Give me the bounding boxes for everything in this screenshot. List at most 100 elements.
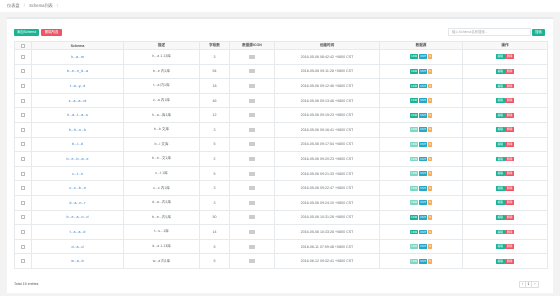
datasource-tag-cmt[interactable]: CMT [418,229,428,235]
edit-button[interactable]: 编辑 [496,229,505,235]
schema-name-link[interactable]: b...e...a...n...d [67,215,89,219]
delete-button[interactable]: 删除 [505,258,514,264]
select-all-checkbox[interactable] [21,43,25,48]
delete-button[interactable]: 删除 [505,98,514,103]
edit-button[interactable]: 编辑 [496,98,505,103]
row-checkbox-cell[interactable] [14,107,32,123]
delete-button[interactable]: 删除 [505,185,514,191]
delete-button[interactable]: 删除 [505,127,514,133]
schema-name-link[interactable]: b...e...n_d...a [67,69,88,73]
edit-button[interactable]: 编辑 [496,141,505,147]
edit-button[interactable]: 编辑 [496,214,505,220]
row-checkbox-cell[interactable] [14,238,32,255]
datasource-tag-n[interactable]: N [427,258,433,264]
datasource-tag-n[interactable]: N [427,229,433,235]
row-checkbox-cell[interactable] [14,180,32,196]
row-checkbox-cell[interactable] [14,151,32,167]
edit-button[interactable]: 编辑 [496,171,505,176]
add-schema-button[interactable]: 添加Schema [14,29,39,36]
row-checkbox-cell[interactable] [14,194,32,211]
edit-button[interactable]: 编辑 [496,200,505,206]
delete-button[interactable]: 删除 [505,68,514,74]
datasource-tag-n[interactable]: N [427,98,433,103]
datasource-tag-cdm[interactable]: CDM [409,185,419,191]
datasource-tag-n[interactable]: N [427,127,433,133]
row-checkbox[interactable] [21,200,25,205]
datasource-tag-cdm[interactable]: CDM [409,214,419,220]
row-checkbox[interactable] [21,142,25,147]
row-checkbox-cell[interactable] [14,165,32,182]
edit-button[interactable]: 编辑 [496,156,505,162]
datasource-tag-cmt[interactable]: CMT [418,156,428,162]
datasource-tag-cdm[interactable]: CDM [409,127,419,133]
schema-name-link[interactable]: t...a...y...d [70,84,86,88]
schema-name-link[interactable]: h...a...m [71,55,84,59]
header-checkbox-cell[interactable] [14,41,32,50]
delete-button[interactable]: 删除 [505,229,514,235]
row-checkbox-cell[interactable] [14,49,32,65]
row-checkbox[interactable] [21,156,25,161]
delete-button[interactable]: 删除 [505,200,514,206]
datasource-tag-cdm[interactable]: CDM [409,258,419,264]
datasource-tag-cdm[interactable]: CDM [409,156,419,162]
datasource-tag-cmt[interactable]: CMT [418,127,428,133]
datasource-tag-cdm[interactable]: CDM [409,54,419,60]
datasource-tag-cmt[interactable]: CMT [418,258,428,264]
datasource-tag-n[interactable]: N [427,185,433,191]
row-checkbox[interactable] [21,259,25,264]
row-checkbox-cell[interactable] [14,224,32,240]
delete-selected-button[interactable]: 删除所选 [41,29,62,36]
edit-button[interactable]: 编辑 [496,112,505,118]
edit-button[interactable]: 编辑 [496,54,505,60]
datasource-tag-cdm[interactable]: CDM [409,229,419,235]
datasource-tag-cmt[interactable]: CMT [418,214,428,220]
delete-button[interactable]: 删除 [505,54,514,60]
datasource-tag-cdm[interactable]: CDM [409,244,419,249]
schema-name-link[interactable]: d...a...d [72,245,84,249]
datasource-tag-n[interactable]: N [427,214,433,220]
row-checkbox-cell[interactable] [14,92,32,109]
row-checkbox-cell[interactable] [14,253,32,269]
datasource-tag-cmt[interactable]: CMT [418,83,428,89]
schema-name-link[interactable]: c...t...n [72,172,83,176]
row-checkbox-cell[interactable] [14,209,32,226]
schema-name-link[interactable]: b...b...n...b [69,128,86,132]
datasource-tag-n[interactable]: N [427,54,433,60]
datasource-tag-n[interactable]: N [427,171,433,176]
datasource-tag-n[interactable]: N [427,68,433,74]
row-checkbox[interactable] [21,171,25,176]
edit-button[interactable]: 编辑 [496,185,505,191]
next-page-button[interactable]: › [532,282,538,287]
datasource-tag-cmt[interactable]: CMT [418,185,428,191]
datasource-tag-cdm[interactable]: CDM [409,200,419,206]
row-checkbox[interactable] [21,113,25,118]
row-checkbox[interactable] [21,244,25,249]
datasource-tag-n[interactable]: N [427,244,433,249]
schema-name-link[interactable]: t...s...a...d [70,230,86,234]
row-checkbox[interactable] [21,98,25,103]
row-checkbox[interactable] [21,186,25,191]
schema-name-link[interactable]: h...a...t...a...s [67,113,88,117]
row-checkbox-cell[interactable] [14,78,32,94]
row-checkbox[interactable] [21,84,25,88]
datasource-tag-n[interactable]: N [427,112,433,118]
schema-name-link[interactable]: z...a...a...nt [69,99,87,103]
datasource-tag-cmt[interactable]: CMT [418,68,428,74]
row-checkbox[interactable] [21,69,25,74]
schema-name-link[interactable]: b...e...b...a...e [67,157,89,161]
datasource-tag-n[interactable]: N [427,83,433,89]
delete-button[interactable]: 删除 [505,244,514,249]
delete-button[interactable]: 删除 [505,156,514,162]
search-input[interactable]: 输入Schema名称搜索... [448,28,531,36]
datasource-tag-cmt[interactable]: CMT [418,112,428,118]
row-checkbox[interactable] [21,127,25,132]
datasource-tag-cdm[interactable]: CDM [409,68,419,74]
datasource-tag-cmt[interactable]: CMT [418,200,428,206]
datasource-tag-cdm[interactable]: CDM [409,141,419,147]
row-checkbox[interactable] [21,229,25,234]
delete-button[interactable]: 删除 [505,83,514,89]
datasource-tag-cdm[interactable]: CDM [409,83,419,89]
datasource-tag-cdm[interactable]: CDM [409,98,419,103]
datasource-tag-cmt[interactable]: CMT [418,54,428,60]
schema-name-link[interactable]: b...i...d [72,142,83,146]
